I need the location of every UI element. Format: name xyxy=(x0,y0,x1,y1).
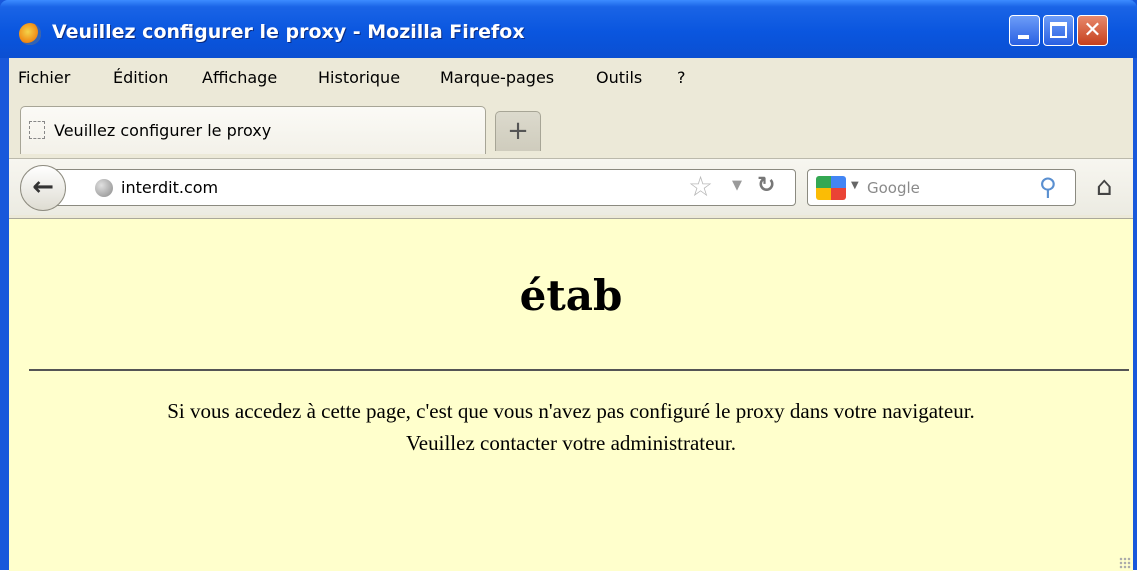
google-icon[interactable] xyxy=(816,176,846,200)
resize-grip[interactable] xyxy=(1119,557,1131,569)
minimize-icon xyxy=(1018,35,1029,39)
page-content: étab Si vous accedez à cette page, c'est… xyxy=(9,218,1133,571)
reload-icon[interactable]: ↻ xyxy=(757,173,775,198)
search-bar[interactable]: ▼ Google ⚲ xyxy=(807,169,1076,206)
new-tab-button[interactable]: + xyxy=(495,111,541,151)
maximize-button[interactable] xyxy=(1043,15,1074,46)
menu-affichage[interactable]: Affichage xyxy=(202,68,277,87)
back-arrow-icon: ← xyxy=(32,172,54,202)
menu-historique[interactable]: Historique xyxy=(318,68,400,87)
menu-help[interactable]: ? xyxy=(677,68,686,87)
close-button[interactable]: ✕ xyxy=(1077,15,1108,46)
maximize-icon xyxy=(1050,22,1067,38)
message-line-2: Veuillez contacter votre administrateur. xyxy=(405,431,737,455)
star-icon[interactable]: ☆ xyxy=(688,172,713,202)
close-icon: ✕ xyxy=(1083,18,1102,43)
tab-strip: Veuillez configurer le proxy + xyxy=(9,106,1133,158)
browser-window: Veuillez configurer le proxy - Mozilla F… xyxy=(0,0,1137,571)
back-button[interactable]: ← xyxy=(20,165,66,211)
magnifier-icon[interactable]: ⚲ xyxy=(1039,173,1057,201)
title-bar[interactable]: Veuillez configurer le proxy - Mozilla F… xyxy=(0,0,1137,58)
message-line-1: Si vous accedez à cette page, c'est que … xyxy=(167,399,975,423)
menu-bar: Fichier Édition Affichage Historique Mar… xyxy=(9,58,1133,98)
divider xyxy=(29,369,1129,371)
globe-icon[interactable] xyxy=(95,179,113,197)
page-heading: étab xyxy=(519,271,623,320)
firefox-icon xyxy=(19,23,41,45)
home-icon[interactable]: ⌂ xyxy=(1096,173,1113,201)
dropdown-icon[interactable]: ▼ xyxy=(732,178,742,193)
url-bar[interactable]: interdit.com ☆ ▼ ↻ xyxy=(53,169,796,206)
menu-edition[interactable]: Édition xyxy=(113,68,168,87)
menu-marque-pages[interactable]: Marque-pages xyxy=(440,68,554,87)
browser-chrome: Fichier Édition Affichage Historique Mar… xyxy=(9,58,1133,218)
page-icon xyxy=(29,121,45,139)
minimize-button[interactable] xyxy=(1009,15,1040,46)
menu-outils[interactable]: Outils xyxy=(596,68,642,87)
navigation-toolbar: interdit.com ☆ ▼ ↻ ← ▼ Google ⚲ ⌂ xyxy=(9,158,1133,215)
message: Si vous accedez à cette page, c'est que … xyxy=(9,395,1133,459)
search-engine-dropdown-icon[interactable]: ▼ xyxy=(851,180,859,191)
tab-label: Veuillez configurer le proxy xyxy=(54,121,272,140)
tab-active[interactable]: Veuillez configurer le proxy xyxy=(20,106,486,154)
url-text[interactable]: interdit.com xyxy=(121,178,218,197)
window-title: Veuillez configurer le proxy - Mozilla F… xyxy=(52,21,525,43)
search-input[interactable]: Google xyxy=(867,179,920,197)
menu-fichier[interactable]: Fichier xyxy=(18,68,70,87)
